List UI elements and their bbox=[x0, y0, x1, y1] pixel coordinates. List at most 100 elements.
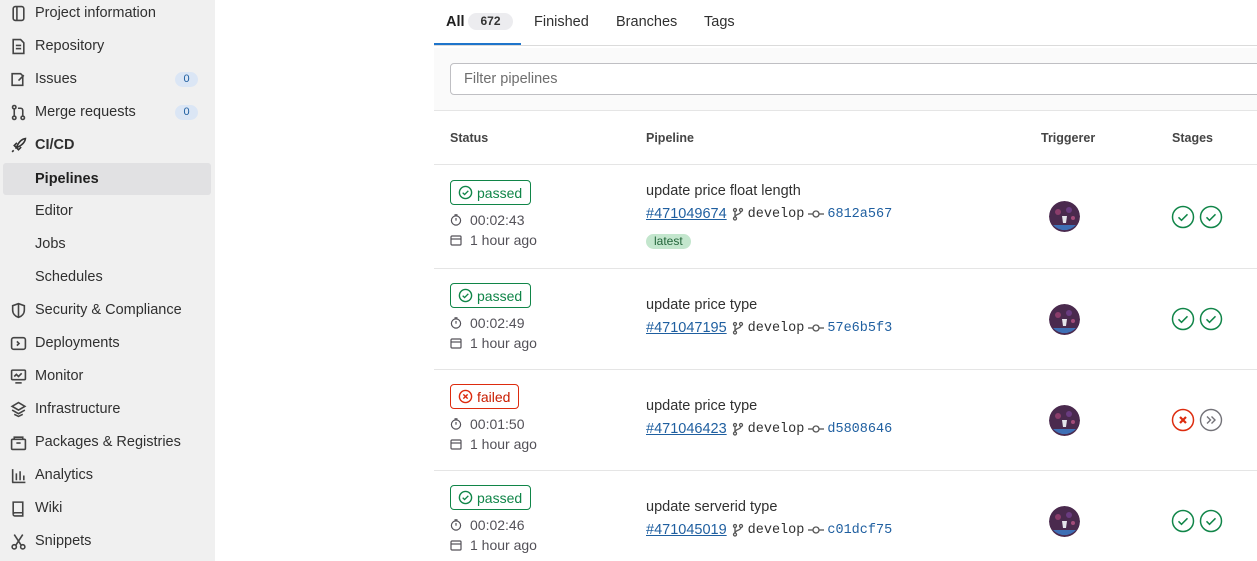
status-label: passed bbox=[477, 489, 523, 506]
avatar[interactable] bbox=[1049, 405, 1080, 436]
sidebar-item-label: Repository bbox=[35, 38, 105, 54]
stages bbox=[1171, 307, 1227, 331]
sidebar-item-label: Project information bbox=[35, 5, 156, 21]
branch-icon bbox=[732, 422, 743, 436]
sidebar-item-analytics[interactable]: Analytics bbox=[0, 459, 215, 492]
sidebar-item-project-information[interactable]: Project information bbox=[0, 0, 215, 30]
sidebar-item-repository[interactable]: Repository bbox=[0, 30, 215, 63]
branch-name-link[interactable]: develop bbox=[748, 422, 805, 437]
pipeline-id-link[interactable]: #471045019 bbox=[646, 522, 727, 538]
commit-sha-link[interactable]: c01dcf75 bbox=[827, 523, 892, 538]
pipeline-info: #471045019 develop c01dcf75 bbox=[646, 522, 892, 538]
tab-branches[interactable]: Branches bbox=[616, 14, 677, 30]
timer-icon bbox=[450, 519, 462, 531]
sidebar-item-label: Analytics bbox=[35, 467, 94, 483]
duration-value: 00:02:46 bbox=[470, 517, 525, 533]
status-badge[interactable]: passed bbox=[450, 180, 532, 205]
sidebar-item-security-compliance[interactable]: Security & Compliance bbox=[0, 294, 215, 327]
status-label: passed bbox=[477, 287, 523, 304]
sidebar-item-cicd[interactable]: CI/CD bbox=[0, 129, 215, 162]
stage-success-icon[interactable] bbox=[1199, 205, 1223, 229]
stages bbox=[1171, 408, 1227, 432]
tab-finished[interactable]: Finished bbox=[534, 14, 589, 30]
filter-bar bbox=[434, 48, 1257, 111]
tab-all[interactable]: All bbox=[446, 14, 465, 30]
status-badge[interactable]: failed bbox=[450, 384, 520, 409]
avatar[interactable] bbox=[1049, 304, 1080, 335]
branch-name-link[interactable]: develop bbox=[748, 207, 805, 222]
sidebar-item-editor[interactable]: Editor bbox=[0, 195, 215, 228]
column-header-status: Status bbox=[450, 131, 489, 145]
merge-requests-count-badge: 0 bbox=[175, 105, 198, 120]
latest-badge: latest bbox=[646, 234, 691, 249]
filter-pipelines-input[interactable] bbox=[450, 63, 1257, 95]
stage-failed-icon[interactable] bbox=[1171, 408, 1195, 432]
duration: 00:02:49 bbox=[450, 315, 525, 331]
sidebar-item-monitor[interactable]: Monitor bbox=[0, 360, 215, 393]
finished-time: 1 hour ago bbox=[450, 232, 537, 248]
x-circle-icon bbox=[458, 389, 473, 404]
duration: 00:02:46 bbox=[450, 517, 525, 533]
commit-sha-link[interactable]: 6812a567 bbox=[827, 207, 892, 222]
finished-time: 1 hour ago bbox=[450, 335, 537, 351]
sidebar-item-label: Packages & Registries bbox=[35, 434, 181, 450]
branch-name-link[interactable]: develop bbox=[748, 523, 805, 538]
stage-success-icon[interactable] bbox=[1171, 307, 1195, 331]
status-badge[interactable]: passed bbox=[450, 485, 532, 510]
sidebar-item-label: Monitor bbox=[35, 368, 84, 384]
check-circle-icon bbox=[458, 185, 473, 200]
commit-title[interactable]: update price type bbox=[646, 297, 757, 313]
branch-name-link[interactable]: develop bbox=[748, 321, 805, 336]
deployments-icon bbox=[10, 336, 27, 351]
commit-title[interactable]: update price float length bbox=[646, 183, 801, 199]
duration: 00:01:50 bbox=[450, 416, 525, 432]
shield-icon bbox=[11, 302, 26, 319]
check-circle-icon bbox=[458, 490, 473, 505]
branch-icon bbox=[732, 207, 743, 221]
pipeline-id-link[interactable]: #471046423 bbox=[646, 421, 727, 437]
table-row: passed 00:02:49 1 hour ago update price … bbox=[434, 269, 1257, 370]
tab-tags[interactable]: Tags bbox=[704, 14, 735, 30]
sidebar-item-infrastructure[interactable]: Infrastructure bbox=[0, 393, 215, 426]
sidebar-item-wiki[interactable]: Wiki bbox=[0, 492, 215, 525]
sidebar-item-jobs[interactable]: Jobs bbox=[0, 228, 215, 261]
table-row: failed 00:01:50 1 hour ago update price … bbox=[434, 370, 1257, 471]
sidebar-item-label: CI/CD bbox=[35, 137, 75, 153]
stage-success-icon[interactable] bbox=[1171, 509, 1195, 533]
commit-sha-link[interactable]: 57e6b5f3 bbox=[827, 321, 892, 336]
commit-sha-link[interactable]: d5808646 bbox=[827, 422, 892, 437]
avatar[interactable] bbox=[1049, 201, 1080, 232]
sidebar-item-label: Security & Compliance bbox=[35, 302, 182, 318]
sidebar-item-issues[interactable]: Issues 0 bbox=[0, 63, 215, 96]
pipeline-tabs: All 672 Finished Branches Tags bbox=[434, 0, 1257, 46]
status-label: passed bbox=[477, 184, 523, 201]
timer-icon bbox=[450, 418, 462, 430]
sidebar-item-packages-registries[interactable]: Packages & Registries bbox=[0, 426, 215, 459]
stage-success-icon[interactable] bbox=[1199, 307, 1223, 331]
branch-icon bbox=[732, 523, 743, 537]
active-tab-indicator bbox=[434, 43, 521, 45]
commit-title[interactable]: update price type bbox=[646, 398, 757, 414]
pipeline-id-link[interactable]: #471047195 bbox=[646, 320, 727, 336]
stage-success-icon[interactable] bbox=[1199, 509, 1223, 533]
stage-success-icon[interactable] bbox=[1171, 205, 1195, 229]
calendar-icon bbox=[450, 540, 462, 551]
column-header-stages: Stages bbox=[1172, 131, 1213, 145]
commit-icon bbox=[808, 526, 825, 534]
repository-icon bbox=[12, 38, 25, 55]
status-badge[interactable]: passed bbox=[450, 283, 532, 308]
sidebar-item-merge-requests[interactable]: Merge requests 0 bbox=[0, 96, 215, 129]
sidebar-item-snippets[interactable]: Snippets bbox=[0, 525, 215, 558]
commit-title[interactable]: update serverid type bbox=[646, 499, 777, 515]
sidebar-item-schedules[interactable]: Schedules bbox=[0, 261, 215, 294]
finished-value: 1 hour ago bbox=[470, 335, 537, 351]
sidebar-item-pipelines[interactable]: Pipelines bbox=[3, 163, 211, 195]
stage-skipped-icon[interactable] bbox=[1199, 408, 1223, 432]
sidebar-item-label: Editor bbox=[35, 203, 73, 219]
sidebar-item-label: Merge requests bbox=[35, 104, 136, 120]
pipeline-id-link[interactable]: #471049674 bbox=[646, 206, 727, 222]
issues-icon bbox=[11, 72, 25, 87]
branch-icon bbox=[732, 321, 743, 335]
sidebar-item-deployments[interactable]: Deployments bbox=[0, 327, 215, 360]
avatar[interactable] bbox=[1049, 506, 1080, 537]
